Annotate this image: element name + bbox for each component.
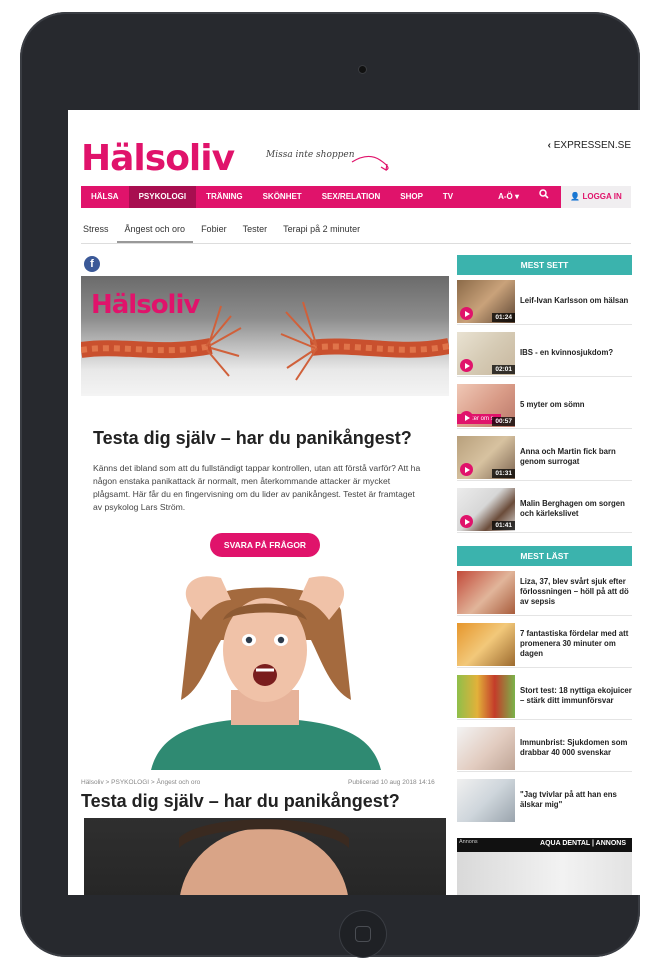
- list-item-title: Immunbrist: Sjukdomen som drabbar 40 000…: [520, 738, 628, 757]
- expressen-link[interactable]: ‹ EXPRESSEN.SE: [548, 140, 631, 151]
- ad-label: Annons: [459, 839, 478, 845]
- list-item[interactable]: 01:31 Anna och Martin fick barn genom su…: [457, 433, 632, 481]
- site-logo[interactable]: Hälsoliv: [81, 138, 235, 179]
- ad-image[interactable]: [457, 852, 632, 895]
- woman-image: [81, 570, 449, 770]
- article-thumbnail: [457, 727, 515, 770]
- list-item[interactable]: 01:24 Leif-Ivan Karlsson om hälsan: [457, 277, 632, 325]
- ad-text: AQUA DENTAL | ANNONS: [540, 840, 626, 847]
- video-thumbnail: 02:01: [457, 332, 515, 375]
- list-item-title: "Jag tvivlar på att han ens älskar mig": [520, 790, 617, 809]
- list-item[interactable]: 02:01 IBS - en kvinnosjukdom?: [457, 329, 632, 377]
- home-button[interactable]: [340, 911, 386, 957]
- play-icon: [460, 359, 473, 372]
- list-item-title: Anna och Martin fick barn genom surrogat: [520, 447, 616, 466]
- article-thumbnail: [457, 779, 515, 822]
- article-thumbnail: [457, 675, 515, 718]
- list-item[interactable]: Stort test: 18 nyttiga ekojuicer – stärk…: [457, 672, 632, 720]
- curved-arrow-icon: [351, 155, 389, 171]
- camera-icon: [359, 66, 366, 73]
- article-image: [84, 818, 446, 895]
- shop-tip: Missa inte shoppen: [266, 150, 355, 160]
- video-duration: 00:57: [492, 417, 515, 426]
- nav-item-psykologi[interactable]: PSYKOLOGI: [128, 186, 197, 208]
- browser-screen: Hälsoliv Missa inte shoppen ‹ EXPRESSEN.…: [68, 110, 644, 895]
- video-duration: 01:41: [492, 521, 515, 530]
- play-icon: [460, 307, 473, 320]
- list-item[interactable]: 7 fantastiska fördelar med att promenera…: [457, 620, 632, 668]
- nav-item-skonhet[interactable]: SKÖNHET: [253, 186, 312, 208]
- list-item-title: IBS - en kvinnosjukdom?: [520, 348, 614, 357]
- video-thumbnail: 01:31: [457, 436, 515, 479]
- nav-item-traning[interactable]: TRÄNING: [196, 186, 252, 208]
- subnav-stress[interactable]: Stress: [81, 216, 117, 243]
- nav-item-halsa[interactable]: HÄLSA: [81, 186, 129, 208]
- sub-nav: Stress Ångest och oro Fobier Tester Tera…: [81, 216, 631, 244]
- main-nav: HÄLSA PSYKOLOGI TRÄNING SKÖNHET SEX/RELA…: [81, 186, 631, 208]
- article-thumbnail: [457, 571, 515, 614]
- article-title: Testa dig själv – har du panikångest?: [81, 791, 400, 811]
- play-icon: [460, 411, 473, 424]
- video-duration: 02:01: [492, 365, 515, 374]
- video-thumbnail: yter om s 00:57: [457, 384, 515, 427]
- list-item[interactable]: 01:41 Malin Berghagen om sorgen och kärl…: [457, 485, 632, 533]
- list-item-title: 7 fantastiska fördelar med att promenera…: [520, 629, 629, 658]
- hero-image: Hälsoliv: [81, 276, 449, 396]
- rope-illustration: [81, 301, 449, 381]
- facebook-icon[interactable]: f: [84, 256, 100, 272]
- published-date: Publicerad 10 aug 2018 14:16: [348, 779, 435, 786]
- subnav-angest-och-oro[interactable]: Ångest och oro: [116, 216, 194, 243]
- article-thumbnail: [457, 623, 515, 666]
- tablet-frame: Hälsoliv Missa inte shoppen ‹ EXPRESSEN.…: [20, 12, 644, 957]
- list-item[interactable]: yter om s 00:57 5 myter om sömn: [457, 381, 632, 429]
- list-item[interactable]: "Jag tvivlar på att han ens älskar mig": [457, 776, 632, 824]
- most-read-header: MEST LÄST: [457, 546, 632, 566]
- list-item-title: Malin Berghagen om sorgen och kärleksliv…: [520, 499, 625, 518]
- answer-questions-button[interactable]: SVARA PÅ FRÅGOR: [210, 533, 320, 557]
- video-duration: 01:31: [492, 469, 515, 478]
- subnav-fobier[interactable]: Fobier: [193, 216, 235, 243]
- breadcrumb[interactable]: Hälsoliv > PSYKOLOGI > Ångest och oro: [81, 779, 200, 786]
- list-item-title: 5 myter om sömn: [520, 400, 585, 409]
- play-icon: [460, 463, 473, 476]
- ad-banner-bar[interactable]: Annons AQUA DENTAL | ANNONS: [457, 838, 632, 852]
- list-item[interactable]: Immunbrist: Sjukdomen som drabbar 40 000…: [457, 724, 632, 772]
- list-item-title: Stort test: 18 nyttiga ekojuicer – stärk…: [520, 686, 632, 705]
- video-thumbnail: 01:24: [457, 280, 515, 323]
- video-duration: 01:24: [492, 313, 515, 322]
- play-icon: [460, 515, 473, 528]
- nav-az-dropdown[interactable]: A-Ö ▾: [488, 186, 529, 208]
- list-item-title: Liza, 37, blev svårt sjuk efter förlossn…: [520, 577, 629, 606]
- nav-item-shop[interactable]: SHOP: [390, 186, 433, 208]
- search-icon[interactable]: [529, 186, 559, 208]
- quiz-intro: Känns det ibland som att du fullständigt…: [93, 463, 421, 512]
- user-icon: 👤: [570, 192, 581, 201]
- video-thumbnail: 01:41: [457, 488, 515, 531]
- nav-item-sex-relation[interactable]: SEX/RELATION: [312, 186, 391, 208]
- subnav-terapi[interactable]: Terapi på 2 minuter: [275, 216, 368, 243]
- subnav-tester[interactable]: Tester: [235, 216, 276, 243]
- nav-item-tv[interactable]: TV: [433, 186, 463, 208]
- quiz-title: Testa dig själv – har du panikångest?: [93, 428, 412, 448]
- list-item-title: Leif-Ivan Karlsson om hälsan: [520, 296, 629, 305]
- login-button[interactable]: 👤 LOGGA IN: [561, 186, 631, 208]
- list-item[interactable]: Liza, 37, blev svårt sjuk efter förlossn…: [457, 568, 632, 616]
- most-viewed-header: MEST SETT: [457, 255, 632, 275]
